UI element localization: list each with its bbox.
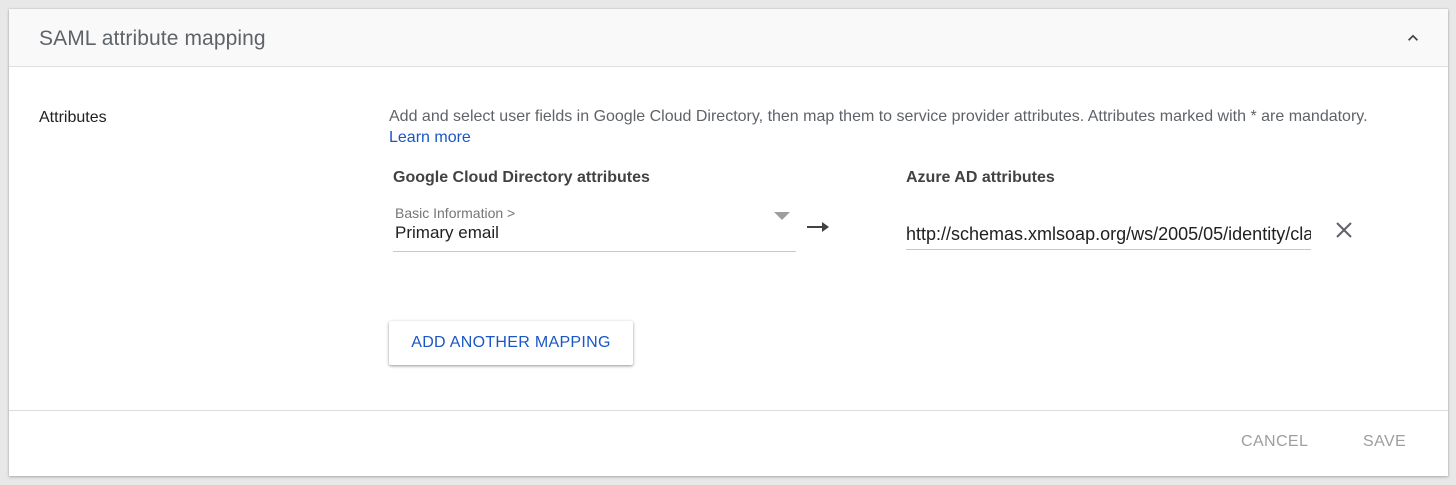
source-column-header: Google Cloud Directory attributes: [393, 169, 650, 186]
save-button[interactable]: SAVE: [1363, 433, 1406, 451]
target-column-header: Azure AD attributes: [906, 169, 1055, 186]
directory-attribute-select[interactable]: Basic Information > Primary email: [393, 201, 796, 252]
select-category: Basic Information >: [395, 205, 516, 221]
azure-attribute-field[interactable]: [906, 221, 1311, 250]
arrow-right-icon: [806, 220, 830, 239]
collapse-button[interactable]: [1398, 23, 1428, 53]
saml-mapping-card: SAML attribute mapping Attributes Add an…: [9, 9, 1448, 476]
card-header[interactable]: SAML attribute mapping: [9, 9, 1448, 67]
section-label: Attributes: [39, 109, 107, 126]
learn-more-link[interactable]: Learn more: [389, 129, 471, 146]
section-description: Add and select user fields in Google Clo…: [389, 106, 1389, 148]
card-title: SAML attribute mapping: [39, 27, 266, 50]
add-mapping-button[interactable]: ADD ANOTHER MAPPING: [389, 321, 633, 365]
select-value: Primary email: [395, 223, 499, 242]
remove-mapping-button[interactable]: [1331, 217, 1357, 243]
azure-attribute-input[interactable]: [906, 221, 1311, 247]
close-icon: [1336, 222, 1352, 238]
chevron-up-icon: [1408, 34, 1418, 41]
cancel-button[interactable]: CANCEL: [1241, 433, 1308, 451]
description-text: Add and select user fields in Google Clo…: [389, 108, 1368, 125]
card-footer: CANCEL SAVE: [9, 410, 1448, 477]
dropdown-arrow-icon: [774, 209, 790, 227]
